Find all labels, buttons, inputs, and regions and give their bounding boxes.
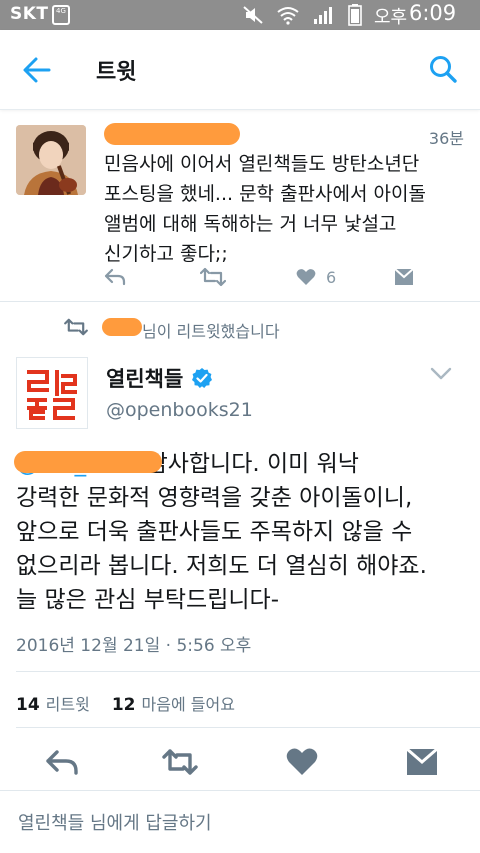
tweet-author[interactable]: 열린책들 <box>106 363 213 393</box>
retweet-icon <box>200 267 226 287</box>
reply-icon[interactable] <box>44 747 80 777</box>
retweet-icon <box>64 318 88 336</box>
redaction-mark <box>102 318 142 336</box>
avatar[interactable] <box>16 357 88 429</box>
battery-icon <box>348 4 362 26</box>
tweet-actions <box>0 743 480 779</box>
status-bar: SKT 4G 오후 6:09 <box>0 0 480 30</box>
main-tweet: 열린책들 @openbooks21 @bts_ssam감사합니다. 이미 워낙 … <box>0 345 480 853</box>
signal-icon <box>314 7 332 24</box>
reply-line: 앨범에 대해 독해하는 거 너무 낯설고 <box>104 213 397 235</box>
tweet-timestamp: 2016년 12월 21일 · 5:56 오후 <box>16 636 252 656</box>
tweet-stats: 14 리트윗 12 마음에 들어요 <box>16 691 235 715</box>
reply-tweet-actions: 6 <box>104 265 424 289</box>
redaction-mark <box>104 123 240 145</box>
divider <box>16 727 480 728</box>
heart-icon[interactable] <box>284 747 320 777</box>
display-name: 열린책들 <box>106 367 184 391</box>
retweet-notice: 님이 리트윗했습니다 <box>0 312 480 342</box>
search-icon[interactable] <box>428 54 458 84</box>
chevron-down-icon[interactable] <box>430 367 452 381</box>
like-stat[interactable]: 12 마음에 들어요 <box>112 691 235 715</box>
network-badge: 4G <box>52 5 70 25</box>
retweet-count: 14 <box>16 695 40 715</box>
avatar[interactable] <box>16 125 86 195</box>
openbooks-logo <box>17 358 87 428</box>
retweet-notice-text: 님이 리트윗했습니다 <box>142 322 280 341</box>
redaction-mark <box>14 451 162 473</box>
status-icons <box>242 4 362 26</box>
direct-message-icon <box>394 268 414 285</box>
clock: 6:09 <box>409 1 457 25</box>
verified-badge-icon <box>192 368 213 388</box>
heart-icon <box>296 269 316 285</box>
tweet-line: 없으리라 봅니다. 저희도 더 열심히 해야죠. <box>16 553 427 579</box>
user-handle[interactable]: @openbooks21 <box>106 399 253 421</box>
like-stat-label: 마음에 들어요 <box>141 695 235 714</box>
dm-button[interactable] <box>394 265 414 289</box>
page-title: 트윗 <box>96 60 137 85</box>
reply-composer[interactable]: 열린책들 님에게 답글하기 <box>0 790 480 853</box>
retweet-icon[interactable] <box>162 747 198 777</box>
carrier-label: SKT <box>10 4 49 24</box>
like-button[interactable]: 6 <box>296 265 336 289</box>
reply-input[interactable]: 열린책들 님에게 답글하기 <box>18 809 212 835</box>
divider <box>16 671 480 672</box>
tweet-line: 앞으로 더욱 출판사들도 주목하지 않을 수 <box>16 519 413 545</box>
arrow-left-icon[interactable] <box>22 56 52 84</box>
parent-tweet[interactable]: 36분 민음사에 이어서 열린책들도 방탄소년단 포스팅을 했네... 문학 출… <box>0 111 480 302</box>
app-bar: 트윗 <box>0 30 480 110</box>
retweet-stat[interactable]: 14 리트윗 <box>16 691 90 715</box>
wifi-icon <box>277 7 299 25</box>
reply-author[interactable] <box>104 121 464 145</box>
reply-line: 포스팅을 했네... 문학 출판사에서 아이돌 <box>104 183 426 205</box>
tweet-line: 강력한 문화적 영향력을 갖춘 아이돌이니, <box>16 485 413 511</box>
tweet-line-text: 감사합니다. 이미 워낙 <box>146 451 359 477</box>
retweet-stat-label: 리트윗 <box>45 695 90 714</box>
reply-tweet-text: 민음사에 이어서 열린책들도 방탄소년단 포스팅을 했네... 문학 출판사에서… <box>104 149 466 269</box>
like-count: 12 <box>111 695 136 715</box>
tweet-time-ago: 36분 <box>428 129 464 148</box>
reply-button[interactable] <box>104 265 126 289</box>
retweet-button[interactable] <box>200 265 226 289</box>
like-count: 6 <box>326 267 337 287</box>
time-ampm: 오후 <box>374 7 408 28</box>
mute-icon <box>243 6 263 24</box>
tweet-line: 늘 많은 관심 부탁드립니다- <box>16 587 279 613</box>
direct-message-icon[interactable] <box>404 747 440 777</box>
reply-line: 민음사에 이어서 열린책들도 방탄소년단 <box>104 153 420 175</box>
reply-icon <box>104 268 126 286</box>
